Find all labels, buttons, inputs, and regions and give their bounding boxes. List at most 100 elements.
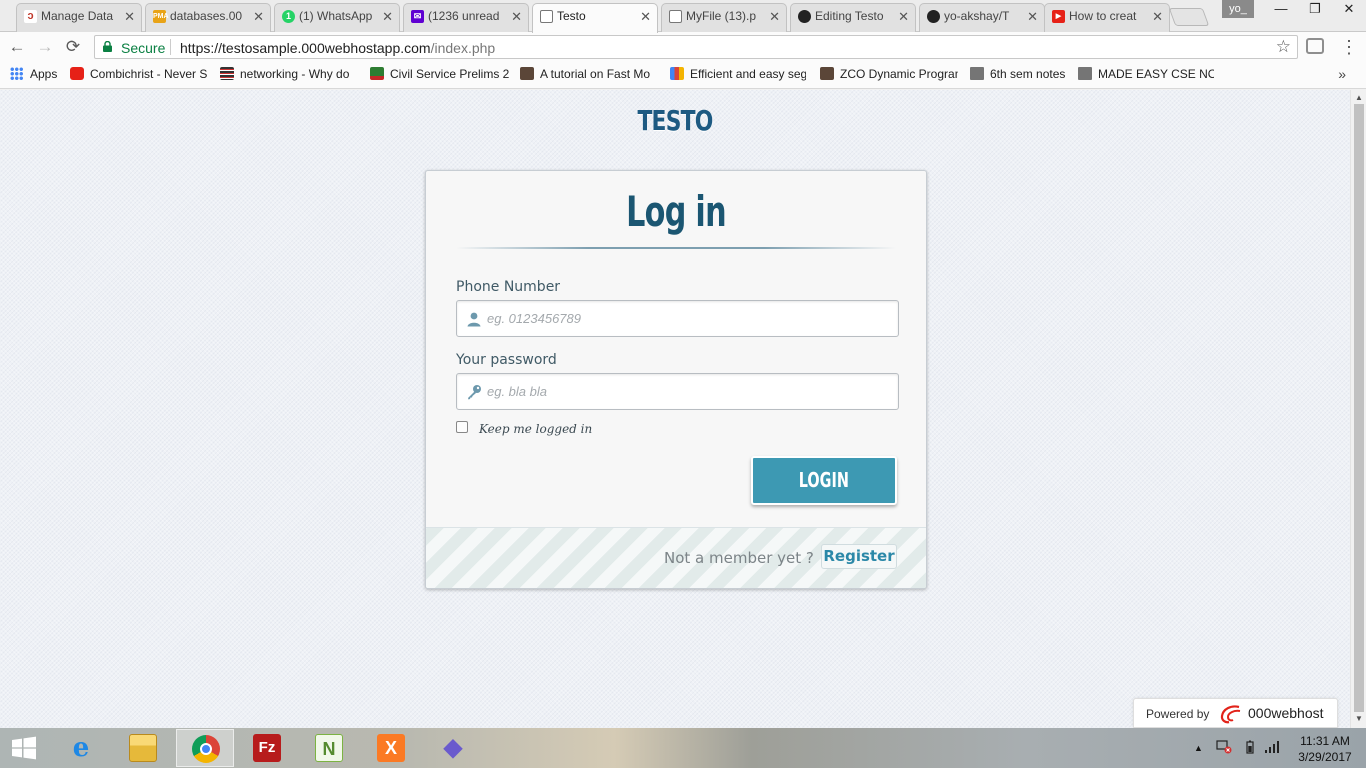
taskbar-internet-explorer[interactable]: e [52,729,110,767]
bookmark-label: Combichrist - Never S [90,67,208,81]
tab-myfile[interactable]: MyFile (13).p ✕ [661,3,787,32]
scrollbar-thumb[interactable] [1354,104,1364,712]
bookmark-star-icon[interactable]: ☆ [1276,37,1291,57]
keep-logged-in-label[interactable]: Keep me logged in [479,422,592,436]
address-bar[interactable]: Secure https://testosample.000webhostapp… [94,35,1298,59]
new-tab-button[interactable] [1168,8,1210,26]
tab-whatsapp[interactable]: 1 (1) WhatsApp ✕ [274,3,400,32]
minimize-button[interactable]: — [1264,0,1298,20]
system-clock[interactable]: 11:31 AM 3/29/2017 [1294,733,1356,765]
tab-manage-data[interactable]: ↄ Manage Data ✕ [16,3,142,32]
back-button[interactable]: ← [6,36,28,58]
tab-how-to-create[interactable]: ▶ How to creat ✕ [1044,3,1170,32]
maximize-button[interactable]: ❐ [1298,0,1332,20]
site-title: TESTO [637,104,713,137]
bookmark-combichrist[interactable]: Combichrist - Never S [70,67,210,85]
bookmark-networking[interactable]: networking - Why do [220,67,356,85]
powered-by-label: Powered by [1146,707,1210,721]
reload-button[interactable]: ⟳ [62,36,84,58]
folder-icon [970,67,984,80]
tab-label: How to creat [1069,9,1137,23]
forward-button[interactable]: → [34,36,56,58]
close-icon[interactable]: ✕ [1027,4,1038,29]
chrome-menu-icon[interactable]: ⋮ [1340,36,1358,58]
taskbar-notepadpp[interactable]: N [300,729,358,767]
folder-icon [1078,67,1092,80]
taskbar-chrome[interactable] [176,729,234,767]
powered-by-brand: 000webhost [1248,705,1324,721]
tab-yo-akshay[interactable]: yo-akshay/T ✕ [919,3,1045,32]
windows-start-icon[interactable] [8,736,40,760]
bookmark-fast-modulo[interactable]: A tutorial on Fast Mo [520,67,657,85]
extension-icon[interactable] [1306,38,1324,54]
ias-icon [370,67,384,80]
signal-strength-icon[interactable] [1264,740,1280,754]
bookmark-label: Efficient and easy seg [690,67,806,81]
notepadpp-icon: N [315,734,343,762]
password-input[interactable] [487,374,887,409]
youtube-icon [70,67,84,80]
close-icon[interactable]: ✕ [898,4,909,29]
bookmark-apps[interactable]: Apps [10,67,62,85]
taskbar-git-gui[interactable]: ◆ [424,729,482,767]
window-close-button[interactable]: ✕ [1332,0,1366,20]
url-text[interactable]: https://testosample.000webhostapp.com/in… [180,40,495,56]
page-scrollbar[interactable]: ▲ ▼ [1350,90,1366,728]
yahoo-mail-icon: ✉ [411,10,424,23]
key-icon [468,385,481,400]
browser-toolbar: ← → ⟳ Secure https://testosample.000webh… [0,32,1366,62]
close-icon[interactable]: ✕ [382,4,393,29]
scroll-down-icon[interactable]: ▼ [1355,714,1363,723]
keep-logged-in-checkbox[interactable] [456,421,468,433]
whatsapp-icon: 1 [282,10,295,23]
close-icon[interactable]: ✕ [511,4,522,29]
tab-label: (1236 unread [428,9,500,23]
youtube-icon: ▶ [1052,10,1065,23]
filezilla-icon: Fz [253,734,281,762]
phone-input[interactable] [487,301,887,336]
page-viewport: TESTO Log in Phone Number Your password … [0,90,1350,728]
password-field[interactable] [456,373,899,410]
tab-yahoo-mail[interactable]: ✉ (1236 unread ✕ [403,3,529,32]
member-prompt: Not a member yet ? [664,549,814,567]
phone-label: Phone Number [456,279,561,295]
close-icon[interactable]: ✕ [253,4,264,29]
bookmark-made-easy[interactable]: MADE EASY CSE NOT [1078,67,1214,85]
tray-overflow-icon[interactable]: ▲ [1194,743,1203,753]
close-icon[interactable]: ✕ [124,4,135,29]
tab-label: Testo [557,9,586,23]
000webhost-icon: ↄ [24,10,37,23]
tab-databases[interactable]: PMA databases.00 ✕ [145,3,271,32]
bookmark-zco-dp[interactable]: ZCO Dynamic Program [820,67,958,85]
bookmark-6th-sem[interactable]: 6th sem notes [970,67,1070,85]
register-link[interactable]: Register [821,544,897,569]
github-icon [927,10,940,23]
bookmark-civil-service[interactable]: Civil Service Prelims 2 [370,67,510,85]
password-label: Your password [456,352,557,368]
url-host: https://testosample.000webhostapp.com [180,40,431,56]
login-button[interactable]: LOGIN [751,456,897,505]
title-divider [456,247,896,249]
powered-by-badge[interactable]: Powered by 000webhost [1133,698,1338,728]
taskbar-file-explorer[interactable] [114,729,172,767]
codechef-icon [520,67,534,80]
page-icon [669,10,682,23]
profile-button[interactable]: yo_ [1222,0,1254,18]
url-path: /index.php [430,40,496,56]
taskbar-xampp[interactable]: X [362,729,420,767]
chrome-icon [192,735,220,763]
bookmarks-bar: Apps Combichrist - Never S networking - … [0,62,1366,89]
tab-editing-testo[interactable]: Editing Testo ✕ [790,3,916,32]
close-icon[interactable]: ✕ [769,4,780,29]
battery-icon[interactable] [1245,740,1255,754]
tab-testo[interactable]: Testo ✕ [532,3,658,33]
phone-field[interactable] [456,300,899,337]
scroll-up-icon[interactable]: ▲ [1355,93,1363,102]
close-icon[interactable]: ✕ [1152,4,1163,29]
windows-taskbar: e Fz N X ◆ [0,728,1366,768]
network-disconnected-icon[interactable] [1216,740,1232,754]
close-icon[interactable]: ✕ [640,4,651,29]
bookmark-segment-tree[interactable]: Efficient and easy seg [670,67,806,85]
taskbar-filezilla[interactable]: Fz [238,729,296,767]
bookmarks-overflow-icon[interactable]: » [1338,66,1346,82]
